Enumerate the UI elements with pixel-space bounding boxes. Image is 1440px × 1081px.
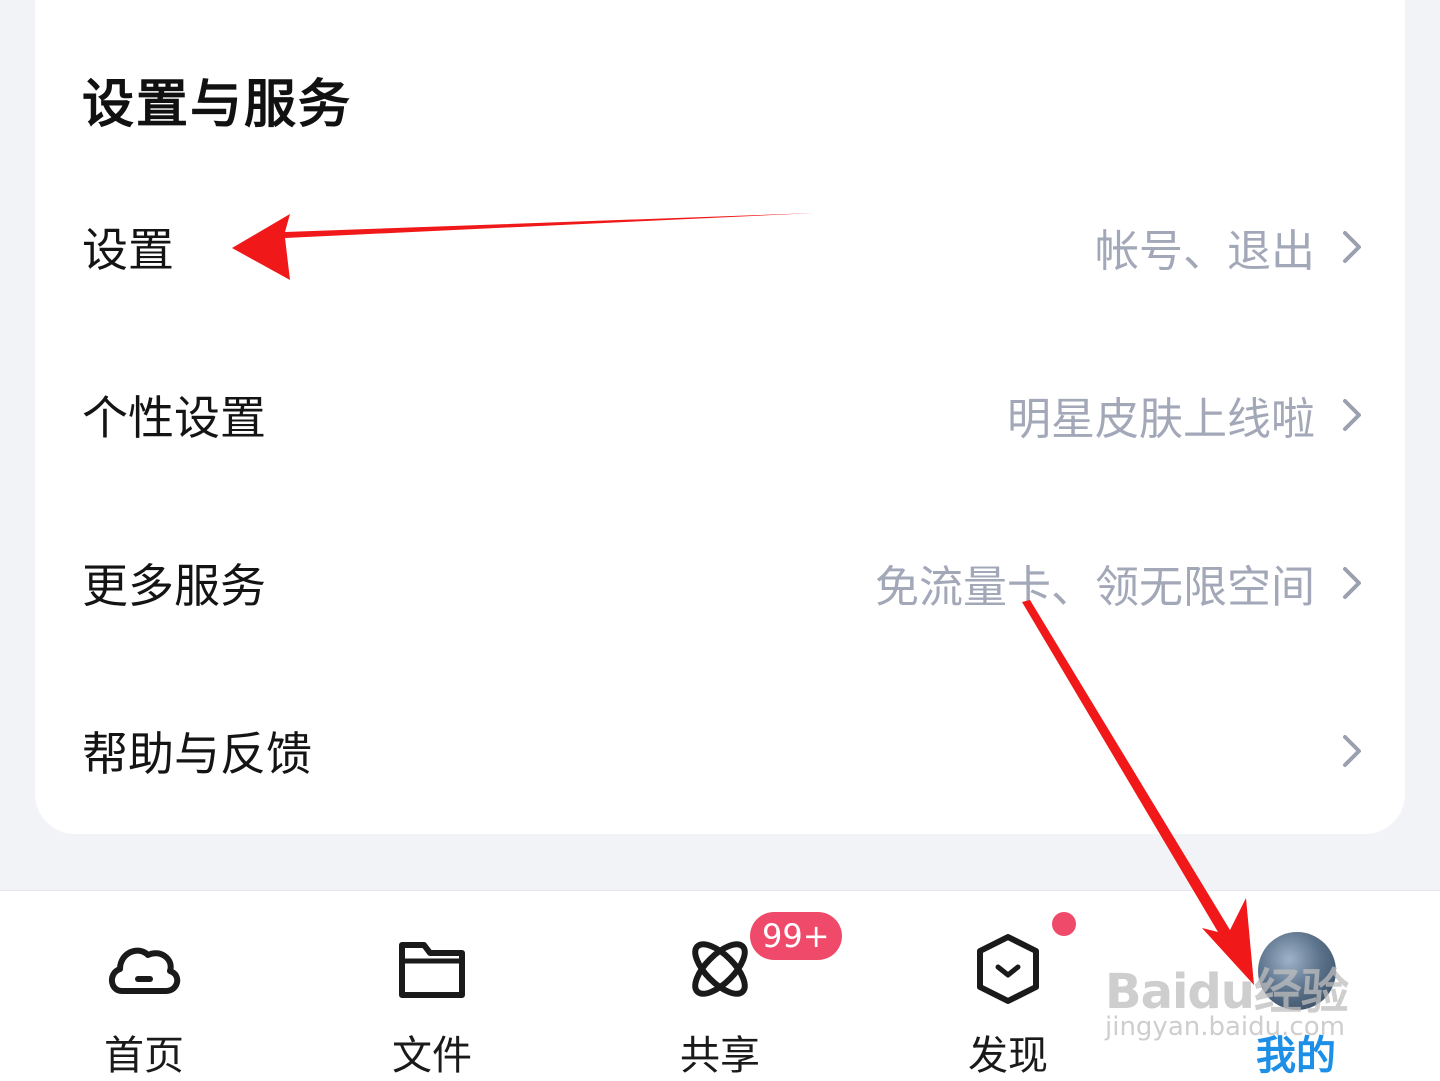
menu-item-label: 更多服务 (82, 559, 266, 613)
section-title: 设置与服务 (82, 75, 353, 135)
chevron-right-icon (1343, 567, 1361, 599)
menu-item-more-services[interactable]: 更多服务 免流量卡、领无限空间 (35, 508, 1405, 658)
menu-item-subtitle: 明星皮肤上线啦 (1007, 394, 1315, 445)
notification-dot (1052, 912, 1076, 936)
menu-item-settings[interactable]: 设置 帐号、退出 (35, 172, 1405, 322)
orbit-icon (692, 941, 748, 997)
tab-label: 共享 (680, 1033, 760, 1079)
menu-item-label: 帮助与反馈 (82, 727, 312, 781)
chevron-right-icon (1343, 399, 1361, 431)
menu-item-label: 设置 (82, 223, 174, 277)
menu-item-subtitle: 帐号、退出 (1095, 226, 1315, 277)
watermark-url: jingyan.baidu.com (1105, 1012, 1345, 1042)
menu-item-subtitle: 免流量卡、领无限空间 (875, 562, 1315, 613)
tab-label: 文件 (392, 1033, 472, 1079)
chevron-right-icon (1343, 735, 1361, 767)
share-count-badge: 99+ (750, 912, 842, 960)
cloud-icon (109, 947, 181, 994)
tab-label: 首页 (104, 1033, 184, 1079)
chevron-right-icon (1343, 231, 1361, 263)
folder-icon (399, 942, 465, 998)
box-icon (977, 934, 1039, 1004)
tab-label: 发现 (968, 1033, 1048, 1079)
menu-item-help-feedback[interactable]: 帮助与反馈 (35, 676, 1405, 826)
menu-item-label: 个性设置 (82, 391, 266, 445)
tab-discover[interactable]: 发现 (908, 891, 1108, 1081)
menu-item-personalize[interactable]: 个性设置 明星皮肤上线啦 (35, 340, 1405, 490)
tab-files[interactable]: 文件 (332, 891, 532, 1081)
tab-home[interactable]: 首页 (44, 891, 244, 1081)
